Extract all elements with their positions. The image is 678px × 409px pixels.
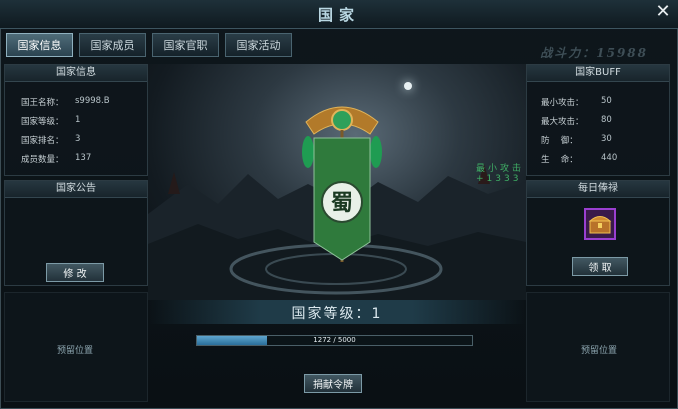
window-title: 国家 (317, 6, 360, 24)
combat-power: 战斗力：15988 (540, 46, 648, 60)
treasure-chest-icon[interactable] (584, 208, 616, 240)
scene-buff-text: 最小攻击+1333 (476, 164, 525, 184)
banner-glyph: 蜀 (331, 190, 353, 216)
reserved-left-label: 预留位置 (57, 346, 94, 356)
country-level-label: 国家等级： (21, 117, 64, 127)
contribution-progress: 1272 / 5000 (196, 335, 473, 346)
reserved-right-panel: 预留位置 (526, 292, 670, 402)
tab-country-officials[interactable]: 国家官职 (152, 33, 219, 57)
tab-country-activities[interactable]: 国家活动 (225, 33, 292, 57)
life-label: 生 命： (541, 155, 578, 165)
max-attack-value: 80 (601, 115, 612, 125)
country-level-value: 1 (75, 115, 81, 125)
claim-salary-button[interactable]: 领 取 (572, 257, 628, 276)
country-notice-title: 国家公告 (5, 181, 147, 198)
country-info-panel: 国家信息 国王名称： s9998.B 国家等级： 1 国家排名： 3 成员数量：… (4, 64, 148, 176)
member-count-value: 137 (75, 153, 92, 163)
edit-notice-button[interactable]: 修 改 (46, 263, 104, 282)
country-info-title: 国家信息 (5, 65, 147, 82)
defense-value: 30 (601, 134, 612, 144)
donate-token-button[interactable]: 捐献令牌 (304, 374, 362, 393)
defense-label: 防 御： (541, 136, 578, 146)
close-icon[interactable]: ✕ (654, 3, 672, 21)
king-name-value: s9998.B (75, 96, 110, 106)
country-buff-panel: 国家BUFF 最小攻击： 50 最大攻击： 80 防 御： 30 生 命： 44… (526, 64, 670, 176)
max-attack-label: 最大攻击： (541, 117, 584, 127)
tab-country-members[interactable]: 国家成员 (79, 33, 146, 57)
tab-bar: 国家信息 国家成员 国家官职 国家活动 (6, 33, 292, 57)
member-count-label: 成员数量： (21, 155, 64, 165)
country-level-text: 国家等级：1 (291, 306, 383, 322)
reserved-left-panel: 预留位置 (4, 292, 148, 402)
daily-salary-title: 每日俸禄 (527, 181, 669, 198)
title-bar: 国家 ✕ (0, 0, 678, 29)
min-attack-value: 50 (601, 96, 612, 106)
country-banner: 蜀 (302, 106, 382, 262)
reserved-right-label: 预留位置 (581, 346, 618, 356)
country-rank-label: 国家排名： (21, 136, 64, 146)
min-attack-label: 最小攻击： (541, 98, 584, 108)
country-buff-title: 国家BUFF (527, 65, 669, 82)
king-name-label: 国王名称： (21, 98, 64, 108)
country-level-bar: 国家等级：1 (148, 300, 526, 324)
tab-country-info[interactable]: 国家信息 (6, 33, 73, 57)
country-rank-value: 3 (75, 134, 81, 144)
contribution-progress-text: 1272 / 5000 (313, 336, 356, 344)
life-value: 440 (601, 153, 618, 163)
